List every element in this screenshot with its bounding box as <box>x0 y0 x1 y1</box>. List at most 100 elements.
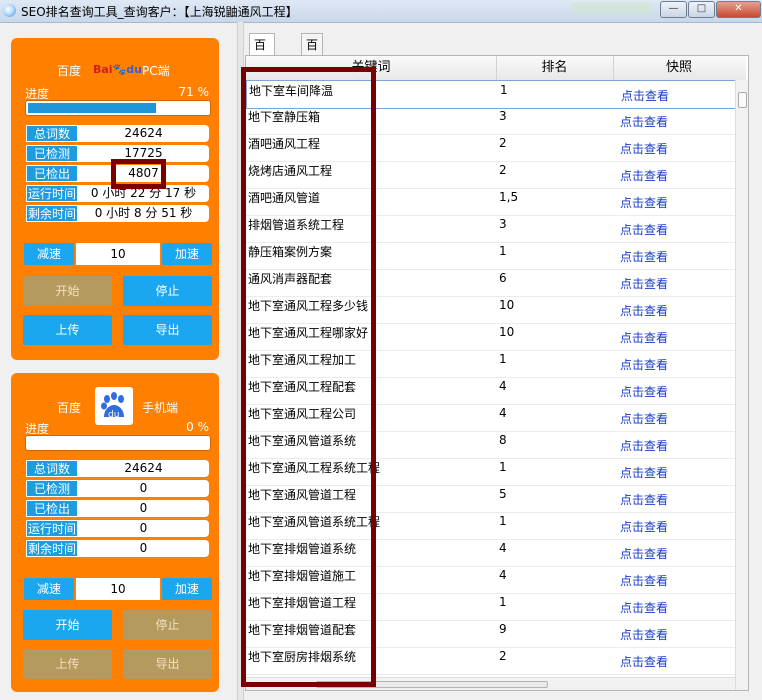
snapshot-link[interactable]: 点击查看 <box>620 620 730 647</box>
pc-speed-value: 10 <box>76 243 160 265</box>
mobile-stat-detected: 已检出 0 <box>25 500 211 517</box>
rank-cell: 1 <box>500 83 508 97</box>
rank-cell: 2 <box>499 163 507 177</box>
rank-cell: 2 <box>499 136 507 150</box>
snapshot-link[interactable]: 点击查看 <box>620 107 730 134</box>
mobile-stat-total-words: 总词数 24624 <box>25 460 211 477</box>
pc-export-button[interactable]: 导出 <box>123 315 212 345</box>
snapshot-link[interactable]: 点击查看 <box>621 81 731 108</box>
maximize-button[interactable]: □ <box>688 1 715 18</box>
mobile-speed-row: 减速 10 加速 <box>24 578 212 600</box>
vertical-scroll-thumb[interactable] <box>738 92 747 108</box>
pc-speed-row: 减速 10 加速 <box>24 243 212 265</box>
baidu-logo-icon: Bai🐾du <box>93 63 142 76</box>
snapshot-link[interactable]: 点击查看 <box>620 269 730 296</box>
pc-progress-bar <box>25 100 211 116</box>
highlight-box-keywords <box>241 67 376 687</box>
pc-progress-fill <box>28 103 156 113</box>
mobile-stat-value: 0 <box>78 480 209 497</box>
rank-cell: 4 <box>499 568 507 582</box>
pc-stat-label: 总词数 <box>26 125 78 142</box>
mobile-stat-checked: 已检测 0 <box>25 480 211 497</box>
snapshot-link[interactable]: 点击查看 <box>620 512 730 539</box>
mobile-export-button[interactable]: 导出 <box>123 649 212 679</box>
mobile-stat-remaining-time: 剩余时间 0 <box>25 540 211 557</box>
mobile-stat-label: 已检测 <box>26 480 78 497</box>
svg-text:du: du <box>108 410 119 420</box>
vertical-scrollbar[interactable] <box>735 80 748 690</box>
mobile-speed-up-button[interactable]: 加速 <box>162 578 212 600</box>
pc-stat-label: 已检测 <box>26 145 78 162</box>
rank-cell: 10 <box>499 325 515 339</box>
mobile-progress-bar <box>25 435 211 451</box>
tab-baidu-mobile[interactable]: 百度手机 <box>301 33 324 118</box>
pc-platform-label: PC端 <box>142 64 170 78</box>
snapshot-link[interactable]: 点击查看 <box>620 431 730 458</box>
mobile-baidu-label: 百度 <box>57 401 82 415</box>
titlebar-faded-strip <box>572 2 652 14</box>
pc-stat-label: 剩余时间 <box>26 205 78 222</box>
snapshot-link[interactable]: 点击查看 <box>620 161 730 188</box>
close-button[interactable]: ✕ <box>716 1 761 18</box>
pc-stop-button[interactable]: 停止 <box>123 276 212 306</box>
mobile-progress-percent: 0 % <box>186 420 209 434</box>
snapshot-link[interactable]: 点击查看 <box>620 188 730 215</box>
highlight-box-detected <box>111 159 166 189</box>
snapshot-link[interactable]: 点击查看 <box>620 215 730 242</box>
mobile-stat-value: 0 <box>78 540 209 557</box>
column-header-snapshot[interactable]: 快照 <box>613 56 745 80</box>
rank-cell: 6 <box>499 271 507 285</box>
title-bar: SEO排名查询工具_查询客户：【上海锐鼬通风工程】 — □ ✕ <box>0 0 762 23</box>
mobile-slow-down-button[interactable]: 减速 <box>24 578 74 600</box>
snapshot-link[interactable]: 点击查看 <box>620 539 730 566</box>
mobile-stat-label: 总词数 <box>26 460 78 477</box>
rank-cell: 1 <box>499 514 507 528</box>
rank-cell: 4 <box>499 379 507 393</box>
pc-slow-down-button[interactable]: 减速 <box>24 243 74 265</box>
rank-cell: 3 <box>499 109 507 123</box>
mobile-stat-label: 剩余时间 <box>26 540 78 557</box>
mobile-panel: 百度 du 手机端 进度 0 % 总词数 24624 已检测 0 已检出 0 运行时间 0 剩余… <box>11 373 219 692</box>
snapshot-link[interactable]: 点击查看 <box>620 377 730 404</box>
pc-stat-label: 运行时间 <box>26 185 78 202</box>
baidu-du-icon: du <box>95 387 133 425</box>
mobile-stat-label: 运行时间 <box>26 520 78 537</box>
snapshot-link[interactable]: 点击查看 <box>620 458 730 485</box>
mobile-stat-label: 已检出 <box>26 500 78 517</box>
mobile-upload-button[interactable]: 上传 <box>23 649 112 679</box>
snapshot-link[interactable]: 点击查看 <box>620 323 730 350</box>
mobile-speed-value: 10 <box>76 578 160 600</box>
snapshot-link[interactable]: 点击查看 <box>620 242 730 269</box>
pc-speed-up-button[interactable]: 加速 <box>162 243 212 265</box>
tab-baidu-pc[interactable]: 百度PC <box>249 33 275 96</box>
snapshot-link[interactable]: 点击查看 <box>620 350 730 377</box>
rank-cell: 1 <box>499 352 507 366</box>
rank-cell: 1 <box>499 460 507 474</box>
snapshot-link[interactable]: 点击查看 <box>620 404 730 431</box>
pc-start-button[interactable]: 开始 <box>23 276 112 306</box>
mobile-stat-value: 0 <box>78 520 209 537</box>
rank-cell: 9 <box>499 622 507 636</box>
pc-stat-value: 24624 <box>78 125 209 142</box>
window-title: SEO排名查询工具_查询客户：【上海锐鼬通风工程】 <box>21 5 298 19</box>
rank-cell: 10 <box>499 298 515 312</box>
minimize-button[interactable]: — <box>660 1 687 18</box>
pc-upload-button[interactable]: 上传 <box>23 315 112 345</box>
mobile-platform-label: 手机端 <box>142 401 179 415</box>
snapshot-link[interactable]: 点击查看 <box>620 593 730 620</box>
snapshot-link[interactable]: 点击查看 <box>620 296 730 323</box>
rank-cell: 1,5 <box>499 190 519 204</box>
snapshot-link[interactable]: 点击查看 <box>620 566 730 593</box>
mobile-stat-value: 24624 <box>78 460 209 477</box>
snapshot-link[interactable]: 点击查看 <box>620 647 730 674</box>
column-header-rank[interactable]: 排名 <box>496 56 614 80</box>
mobile-stat-run-time: 运行时间 0 <box>25 520 211 537</box>
snapshot-link[interactable]: 点击查看 <box>620 134 730 161</box>
mobile-start-button[interactable]: 开始 <box>23 610 112 640</box>
mobile-stop-button[interactable]: 停止 <box>123 610 212 640</box>
pc-stat-total-words: 总词数 24624 <box>25 125 211 142</box>
rank-cell: 8 <box>499 433 507 447</box>
rank-cell: 3 <box>499 217 507 231</box>
pc-stat-label: 已检出 <box>26 165 78 182</box>
snapshot-link[interactable]: 点击查看 <box>620 485 730 512</box>
